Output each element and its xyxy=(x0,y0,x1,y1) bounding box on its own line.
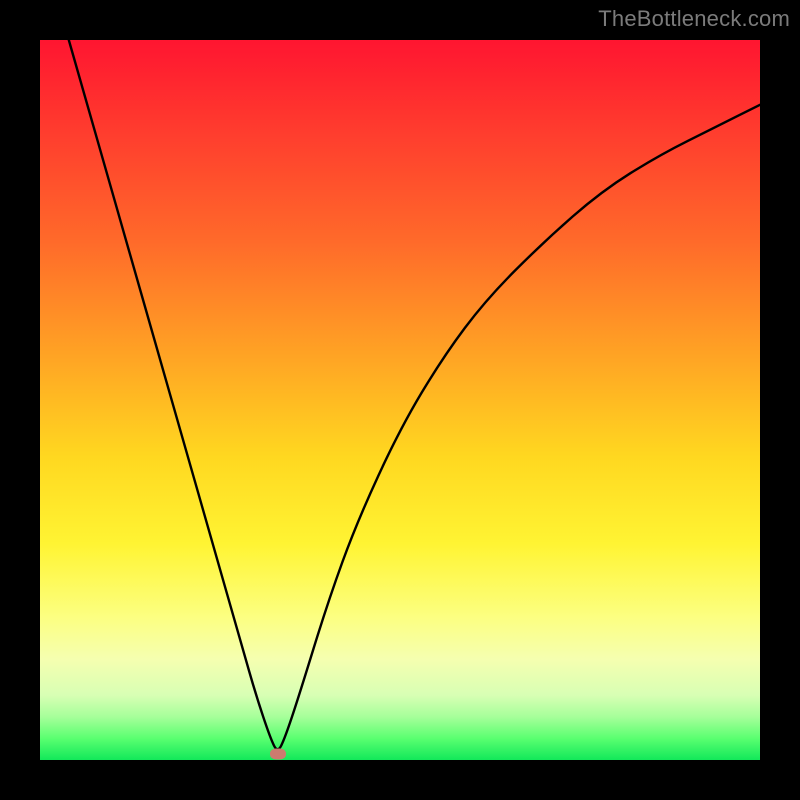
bottleneck-curve xyxy=(69,40,760,749)
plot-area xyxy=(40,40,760,760)
min-marker xyxy=(270,749,286,760)
chart-frame: TheBottleneck.com xyxy=(0,0,800,800)
curve-svg xyxy=(40,40,760,760)
watermark-text: TheBottleneck.com xyxy=(598,6,790,32)
